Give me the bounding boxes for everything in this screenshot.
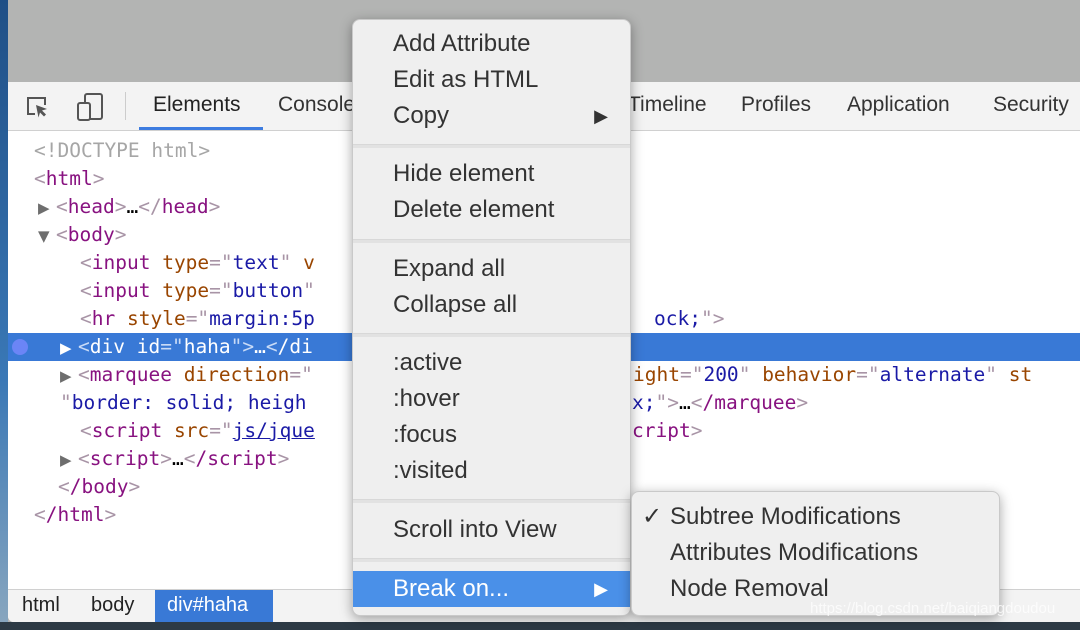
collapse-triangle-icon[interactable]: ▼ (38, 222, 56, 250)
break-on-submenu: ✓ Subtree Modifications Attributes Modifi… (631, 491, 1000, 616)
tab-security[interactable]: Security (993, 93, 1069, 117)
menu-item-visited[interactable]: :visited (353, 453, 630, 489)
menu-item-expand-all[interactable]: Expand all (353, 251, 630, 287)
submenu-item-attributes-modifications[interactable]: Attributes Modifications (632, 535, 999, 571)
expand-triangle-icon[interactable]: ▶ (60, 334, 78, 362)
active-tab-indicator (139, 127, 263, 130)
tab-profiles[interactable]: Profiles (741, 93, 811, 117)
breadcrumb-body[interactable]: body (79, 590, 146, 622)
checkmark-icon: ✓ (642, 503, 663, 530)
menu-item-scroll-into-view[interactable]: Scroll into View (353, 512, 630, 548)
submenu-item-subtree-modifications[interactable]: ✓ Subtree Modifications (632, 499, 999, 535)
tab-timeline[interactable]: Timeline (628, 93, 707, 117)
doctype-node: <!DOCTYPE html> (34, 139, 211, 162)
menu-item-focus[interactable]: :focus (353, 417, 630, 453)
device-mode-icon[interactable] (76, 92, 104, 122)
menu-item-copy[interactable]: Copy ▶ (353, 98, 630, 134)
menu-item-break-on[interactable]: Break on... ▶ (353, 571, 630, 607)
context-menu: Add Attribute Edit as HTML Copy ▶ Hide el… (352, 19, 631, 616)
inspect-element-icon[interactable] (25, 94, 51, 120)
toolbar-separator (125, 92, 126, 120)
menu-item-active[interactable]: :active (353, 345, 630, 381)
menu-item-hide-element[interactable]: Hide element (353, 156, 630, 192)
menu-separator (353, 333, 630, 337)
menu-item-edit-as-html[interactable]: Edit as HTML (353, 62, 630, 98)
expand-triangle-icon[interactable]: ▶ (60, 446, 78, 474)
menu-separator (353, 144, 630, 148)
menu-item-add-attribute[interactable]: Add Attribute (353, 26, 630, 62)
script-src-link[interactable]: js/jque (233, 419, 315, 442)
breadcrumb-div-haha[interactable]: div#haha (155, 590, 273, 622)
menu-separator (353, 499, 630, 503)
menu-item-delete-element[interactable]: Delete element (353, 192, 630, 228)
tab-console[interactable]: Console (278, 93, 355, 117)
expand-triangle-icon[interactable]: ▶ (38, 194, 56, 222)
submenu-arrow-icon: ▶ (594, 579, 608, 599)
menu-item-hover[interactable]: :hover (353, 381, 630, 417)
submenu-arrow-icon: ▶ (594, 106, 608, 126)
expand-triangle-icon[interactable]: ▶ (60, 362, 78, 390)
menu-separator (353, 239, 630, 243)
menu-separator (353, 558, 630, 562)
desktop-edge (0, 0, 8, 630)
menu-item-collapse-all[interactable]: Collapse all (353, 287, 630, 323)
tab-application[interactable]: Application (847, 93, 950, 117)
watermark: https://blog.csdn.net/baiqiangdoudou (810, 600, 1056, 617)
desktop-edge-bottom (0, 622, 1080, 630)
breakpoint-dot-icon[interactable] (12, 339, 28, 355)
tab-elements[interactable]: Elements (153, 93, 241, 117)
breadcrumb-html[interactable]: html (10, 590, 72, 622)
